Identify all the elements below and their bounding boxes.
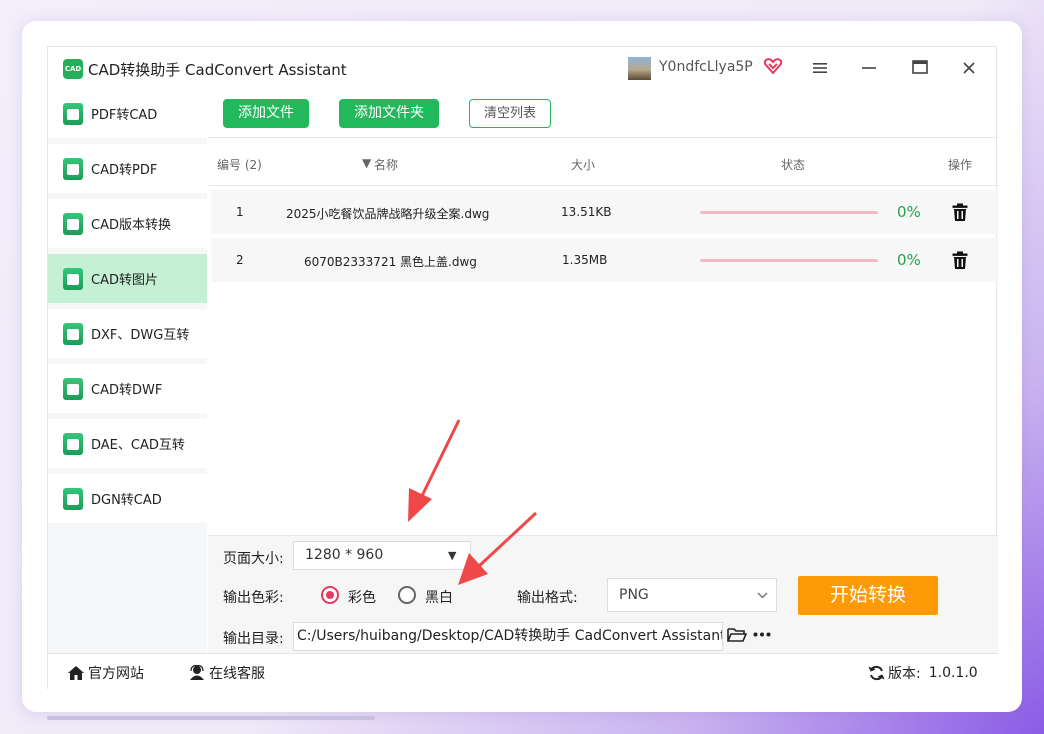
page-size-value: 1280 * 960 bbox=[305, 547, 384, 563]
chevron-down-icon: ▼ bbox=[448, 549, 457, 562]
footer: 官方网站 在线客服 版本: 1.0.1.0 bbox=[48, 653, 998, 690]
avatar[interactable] bbox=[628, 57, 651, 80]
cad-to-dwf-icon bbox=[63, 377, 83, 400]
more-icon[interactable] bbox=[753, 632, 771, 637]
menu-icon[interactable] bbox=[809, 58, 831, 80]
minimize-icon[interactable] bbox=[858, 58, 880, 80]
maximize-icon[interactable] bbox=[909, 58, 931, 80]
progress-percent: 0% bbox=[897, 251, 921, 269]
row-index: 2 bbox=[236, 253, 244, 267]
header-size[interactable]: 大小 bbox=[571, 156, 595, 173]
row-index: 1 bbox=[236, 205, 244, 219]
sidebar-item-label: CAD转图片 bbox=[91, 273, 158, 288]
version-info: 版本: 1.0.1.0 bbox=[868, 663, 978, 683]
version-value: 1.0.1.0 bbox=[928, 665, 978, 681]
row-size: 1.35MB bbox=[562, 253, 608, 267]
username[interactable]: Y0ndfcLlya5P bbox=[659, 59, 753, 75]
chevron-down-icon bbox=[757, 592, 768, 599]
support-link[interactable]: 在线客服 bbox=[188, 663, 265, 683]
color-radio-color[interactable] bbox=[321, 586, 339, 604]
add-folder-button[interactable]: 添加文件夹 bbox=[339, 99, 439, 128]
color-radio-bw[interactable] bbox=[398, 586, 416, 604]
folder-icon[interactable] bbox=[727, 627, 747, 643]
progress-bar bbox=[700, 211, 878, 214]
header-action: 操作 bbox=[948, 158, 973, 172]
start-convert-button[interactable]: 开始转换 bbox=[798, 576, 938, 615]
sidebar-item-dgn-to-cad[interactable]: DGN转CAD bbox=[48, 474, 207, 523]
cad-version-icon bbox=[63, 212, 83, 235]
sidebar-item-label: CAD转DWF bbox=[91, 383, 163, 398]
table-row[interactable]: 1 2025小吃餐饮品牌战略升级全案.dwg 13.51KB 0% bbox=[211, 190, 998, 234]
trash-icon[interactable] bbox=[950, 202, 970, 222]
sidebar-item-cad-to-dwf[interactable]: CAD转DWF bbox=[48, 364, 207, 413]
sidebar-item-dxf-dwg[interactable]: DXF、DWG互转 bbox=[48, 309, 207, 358]
sidebar-item-cad-to-image[interactable]: CAD转图片 bbox=[48, 254, 207, 303]
sidebar-item-label: DGN转CAD bbox=[91, 493, 162, 508]
row-name: 2025小吃餐饮品牌战略升级全案.dwg bbox=[286, 207, 490, 221]
header-index[interactable]: 编号 (2) bbox=[217, 156, 262, 173]
row-size: 13.51KB bbox=[561, 205, 612, 219]
clear-list-button[interactable]: 清空列表 bbox=[469, 99, 551, 128]
version-label: 版本: bbox=[888, 666, 921, 682]
row-name: 6070B2333721 黑色上盖.dwg bbox=[304, 255, 477, 269]
add-file-button[interactable]: 添加文件 bbox=[223, 99, 309, 128]
sidebar-item-label: DXF、DWG互转 bbox=[91, 328, 190, 343]
progress-percent: 0% bbox=[897, 203, 921, 221]
pdf-to-cad-icon bbox=[63, 102, 83, 125]
settings-panel: 页面大小: 1280 * 960 ▼ 输出色彩: 彩色 黑白 输出格式: PNG… bbox=[208, 535, 998, 653]
color-option-bw[interactable]: 黑白 bbox=[425, 587, 453, 607]
dae-cad-icon bbox=[63, 432, 83, 455]
header-status: 状态 bbox=[781, 158, 806, 172]
color-label: 输出色彩: bbox=[223, 590, 284, 606]
main-panel: 添加文件 添加文件夹 清空列表 编号 (2) ▼ 名称 大小 状态 操作 1 2… bbox=[208, 89, 998, 653]
page-size-label: 页面大小: bbox=[223, 551, 284, 567]
dxf-dwg-icon bbox=[63, 322, 83, 345]
close-icon[interactable] bbox=[958, 58, 980, 80]
home-icon bbox=[68, 666, 84, 680]
cad-to-pdf-icon bbox=[63, 157, 83, 180]
app-window: CAD CAD转换助手 CadConvert Assistant Y0ndfcL… bbox=[47, 46, 998, 690]
table-header: 编号 (2) ▼ 名称 大小 状态 操作 bbox=[208, 139, 998, 186]
sidebar-item-cad-to-pdf[interactable]: CAD转PDF bbox=[48, 144, 207, 193]
vip-heart-icon[interactable] bbox=[763, 56, 783, 76]
dgn-to-cad-icon bbox=[63, 487, 83, 510]
table-row[interactable]: 2 6070B2333721 黑色上盖.dwg 1.35MB 0% bbox=[211, 238, 998, 282]
support-label: 在线客服 bbox=[209, 666, 265, 682]
color-option-color[interactable]: 彩色 bbox=[348, 587, 376, 607]
sidebar-item-pdf-to-cad[interactable]: PDF转CAD bbox=[48, 89, 207, 138]
title-bar: CAD CAD转换助手 CadConvert Assistant Y0ndfcL… bbox=[48, 47, 998, 89]
dir-label: 输出目录: bbox=[223, 631, 284, 647]
sidebar-item-dae-cad[interactable]: DAE、CAD互转 bbox=[48, 419, 207, 468]
header-name[interactable]: 名称 bbox=[374, 156, 398, 173]
sidebar-item-label: CAD版本转换 bbox=[91, 218, 171, 233]
sidebar-item-label: DAE、CAD互转 bbox=[91, 438, 185, 453]
support-icon bbox=[190, 665, 204, 680]
page-size-select[interactable]: 1280 * 960 ▼ bbox=[293, 541, 471, 570]
refresh-icon[interactable] bbox=[868, 665, 885, 681]
format-select[interactable]: PNG bbox=[607, 578, 777, 612]
cad-to-image-icon bbox=[63, 267, 83, 290]
sidebar-item-label: CAD转PDF bbox=[91, 163, 158, 178]
app-logo: CAD bbox=[63, 59, 83, 79]
progress-bar bbox=[700, 259, 878, 262]
sidebar-item-cad-version[interactable]: CAD版本转换 bbox=[48, 199, 207, 248]
sort-desc-icon[interactable]: ▼ bbox=[362, 156, 371, 170]
output-dir-field[interactable]: C:/Users/huibang/Desktop/CAD转换助手 CadConv… bbox=[293, 622, 723, 651]
format-label: 输出格式: bbox=[517, 590, 578, 606]
website-link[interactable]: 官方网站 bbox=[67, 663, 144, 683]
trash-icon[interactable] bbox=[950, 250, 970, 270]
sidebar-item-label: PDF转CAD bbox=[91, 108, 158, 123]
sidebar: PDF转CAD CAD转PDF CAD版本转换 CAD转图片 DXF、DWG互转… bbox=[48, 89, 207, 653]
scrollbar[interactable] bbox=[47, 716, 375, 720]
format-value: PNG bbox=[619, 587, 649, 603]
toolbar: 添加文件 添加文件夹 清空列表 bbox=[208, 89, 998, 138]
app-title: CAD转换助手 CadConvert Assistant bbox=[88, 61, 347, 79]
website-label: 官方网站 bbox=[88, 666, 144, 682]
